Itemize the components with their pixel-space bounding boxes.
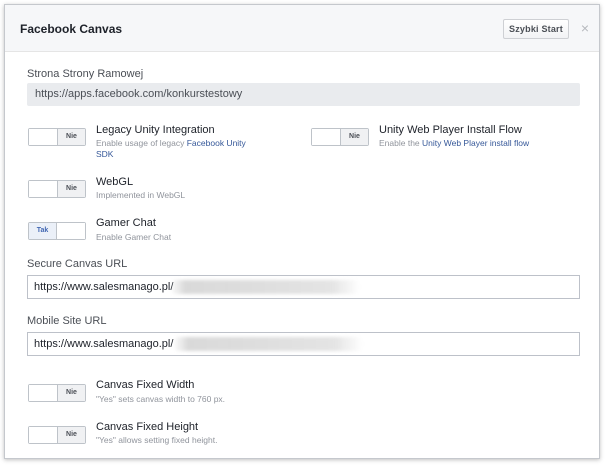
- toggle-empty-side: [29, 129, 57, 145]
- mobile-site-url-input[interactable]: https://www.salesmanago.pl/: [27, 332, 580, 356]
- unity-web-player-toggle[interactable]: Nie: [311, 128, 369, 146]
- toggle-empty-side: [29, 181, 57, 197]
- toggle-empty-side: [57, 223, 85, 239]
- canvas-fixed-width-toggle[interactable]: Nie: [28, 384, 86, 402]
- canvas-fixed-height-title: Canvas Fixed Height: [96, 421, 199, 433]
- frame-page-label: Strona Strony Ramowej: [27, 68, 144, 80]
- close-icon[interactable]: ×: [578, 20, 592, 36]
- canvas-fixed-height-desc: "Yes" allows setting fixed height.: [96, 435, 218, 445]
- frame-page-url-field: https://apps.facebook.com/konkurstestowy: [27, 83, 580, 106]
- unity-web-player-desc-prefix: Enable the: [379, 138, 423, 148]
- secure-canvas-url-value: https://www.salesmanago.pl/: [34, 281, 174, 293]
- dialog-header: Facebook Canvas Szybki Start ×: [5, 5, 599, 52]
- webgl-toggle[interactable]: Nie: [28, 180, 86, 198]
- toggle-no-label: Nie: [57, 385, 85, 401]
- legacy-unity-title: Legacy Unity Integration: [96, 124, 215, 136]
- mobile-site-url-label: Mobile Site URL: [27, 315, 107, 327]
- facebook-unity-link[interactable]: Facebook Unity: [187, 138, 246, 148]
- legacy-unity-toggle[interactable]: Nie: [28, 128, 86, 146]
- canvas-fixed-width-title: Canvas Fixed Width: [96, 379, 195, 391]
- toggle-no-label: Nie: [57, 181, 85, 197]
- webgl-title: WebGL: [96, 176, 134, 188]
- legacy-unity-desc-prefix: Enable usage of legacy: [96, 138, 187, 148]
- redacted-text-blur: [173, 337, 363, 351]
- toggle-no-label: Nie: [340, 129, 368, 145]
- mobile-site-url-value: https://www.salesmanago.pl/: [34, 338, 174, 350]
- unity-web-player-desc: Enable the Unity Web Player install flow: [379, 138, 589, 149]
- toggle-no-label: Nie: [57, 129, 85, 145]
- toggle-no-label: Nie: [57, 427, 85, 443]
- legacy-unity-desc: Enable usage of legacy Facebook Unity SDK: [96, 138, 276, 160]
- webgl-desc: Implemented in WebGL: [96, 190, 186, 200]
- toggle-empty-side: [312, 129, 340, 145]
- secure-canvas-url-input[interactable]: https://www.salesmanago.pl/: [27, 275, 580, 299]
- unity-web-player-link[interactable]: Unity Web Player install flow: [422, 138, 529, 148]
- facebook-canvas-dialog: Facebook Canvas Szybki Start × Strona St…: [4, 4, 600, 459]
- canvas-fixed-height-toggle[interactable]: Nie: [28, 426, 86, 444]
- gamer-chat-title: Gamer Chat: [96, 217, 156, 229]
- toggle-yes-label: Tak: [29, 223, 57, 239]
- gamer-chat-desc: Enable Gamer Chat: [96, 232, 172, 242]
- unity-web-player-title: Unity Web Player Install Flow: [379, 124, 522, 136]
- toggle-empty-side: [29, 427, 57, 443]
- quick-start-button[interactable]: Szybki Start: [503, 19, 569, 39]
- dialog-title: Facebook Canvas: [20, 22, 123, 36]
- toggle-empty-side: [29, 385, 57, 401]
- canvas-fixed-width-desc: "Yes" sets canvas width to 760 px.: [96, 394, 226, 404]
- gamer-chat-toggle[interactable]: Tak: [28, 222, 86, 240]
- secure-canvas-url-label: Secure Canvas URL: [27, 258, 128, 270]
- redacted-text-blur: [170, 280, 360, 294]
- facebook-unity-sdk-link[interactable]: SDK: [96, 149, 113, 159]
